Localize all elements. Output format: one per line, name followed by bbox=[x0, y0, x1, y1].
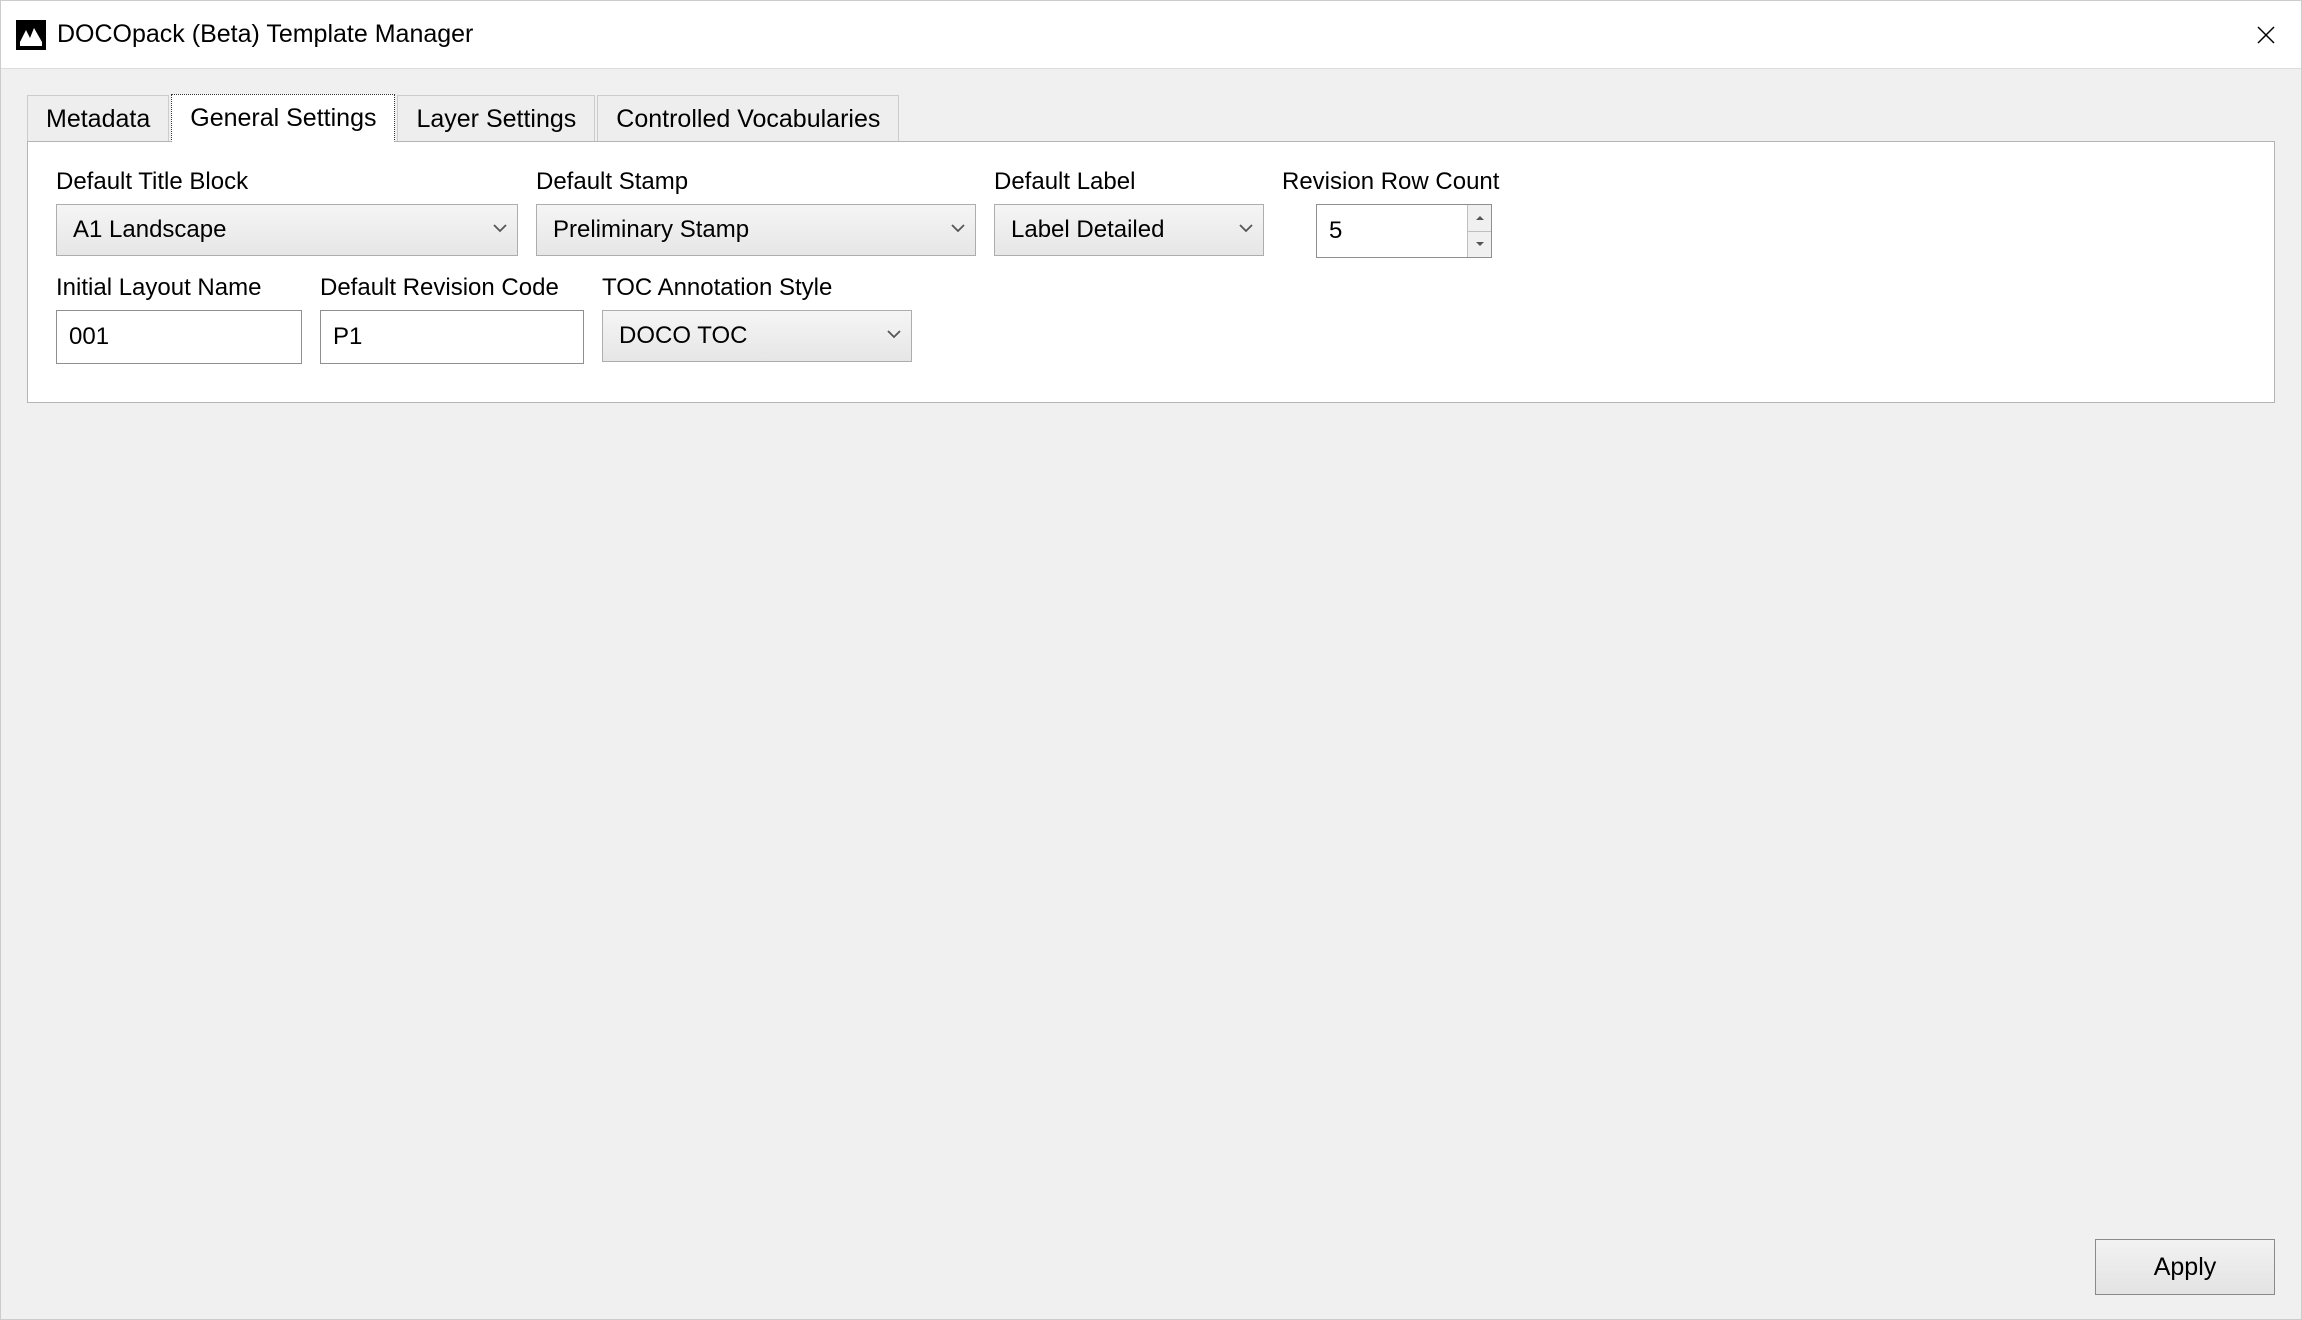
revision-row-count-spinner[interactable] bbox=[1316, 204, 1492, 258]
window-title: DOCOpack (Beta) Template Manager bbox=[57, 20, 2231, 49]
default-title-block-value: A1 Landscape bbox=[73, 216, 226, 244]
tab-metadata[interactable]: Metadata bbox=[27, 95, 169, 142]
tabstrip: Metadata General Settings Layer Settings… bbox=[27, 93, 2275, 141]
chevron-down-icon bbox=[887, 329, 901, 339]
default-title-block-dropdown[interactable]: A1 Landscape bbox=[56, 204, 518, 256]
close-icon bbox=[2257, 26, 2275, 44]
initial-layout-name-input[interactable] bbox=[56, 310, 302, 364]
chevron-down-icon bbox=[1239, 223, 1253, 233]
revision-row-count-label: Revision Row Count bbox=[1282, 168, 1499, 196]
default-revision-code-input[interactable] bbox=[320, 310, 584, 364]
default-stamp-label: Default Stamp bbox=[536, 168, 976, 196]
default-label-label: Default Label bbox=[994, 168, 1264, 196]
chevron-down-icon bbox=[1475, 241, 1485, 247]
chevron-down-icon bbox=[951, 223, 965, 233]
toc-annotation-style-dropdown[interactable]: DOCO TOC bbox=[602, 310, 912, 362]
default-title-block-label: Default Title Block bbox=[56, 168, 518, 196]
app-icon bbox=[15, 19, 47, 51]
apply-button[interactable]: Apply bbox=[2095, 1239, 2275, 1295]
close-button[interactable] bbox=[2231, 1, 2301, 69]
tab-panel-general-settings: Default Title Block A1 Landscape Default… bbox=[27, 141, 2275, 403]
chevron-up-icon bbox=[1475, 215, 1485, 221]
tab-controlled-vocabularies[interactable]: Controlled Vocabularies bbox=[597, 95, 899, 142]
default-label-value: Label Detailed bbox=[1011, 216, 1164, 244]
titlebar: DOCOpack (Beta) Template Manager bbox=[1, 1, 2301, 69]
tab-layer-settings[interactable]: Layer Settings bbox=[397, 95, 595, 142]
default-revision-code-label: Default Revision Code bbox=[320, 274, 584, 302]
toc-annotation-style-value: DOCO TOC bbox=[619, 322, 747, 350]
initial-layout-name-label: Initial Layout Name bbox=[56, 274, 302, 302]
spinner-down-button[interactable] bbox=[1468, 232, 1491, 258]
dialog-window: DOCOpack (Beta) Template Manager Metadat… bbox=[0, 0, 2302, 1320]
tab-general-settings[interactable]: General Settings bbox=[171, 94, 395, 142]
default-stamp-dropdown[interactable]: Preliminary Stamp bbox=[536, 204, 976, 256]
revision-row-count-input[interactable] bbox=[1317, 205, 1467, 257]
default-stamp-value: Preliminary Stamp bbox=[553, 216, 749, 244]
content-area: Metadata General Settings Layer Settings… bbox=[1, 69, 2301, 1229]
spinner-up-button[interactable] bbox=[1468, 205, 1491, 232]
toc-annotation-style-label: TOC Annotation Style bbox=[602, 274, 912, 302]
chevron-down-icon bbox=[493, 223, 507, 233]
default-label-dropdown[interactable]: Label Detailed bbox=[994, 204, 1264, 256]
footer: Apply bbox=[1, 1229, 2301, 1319]
